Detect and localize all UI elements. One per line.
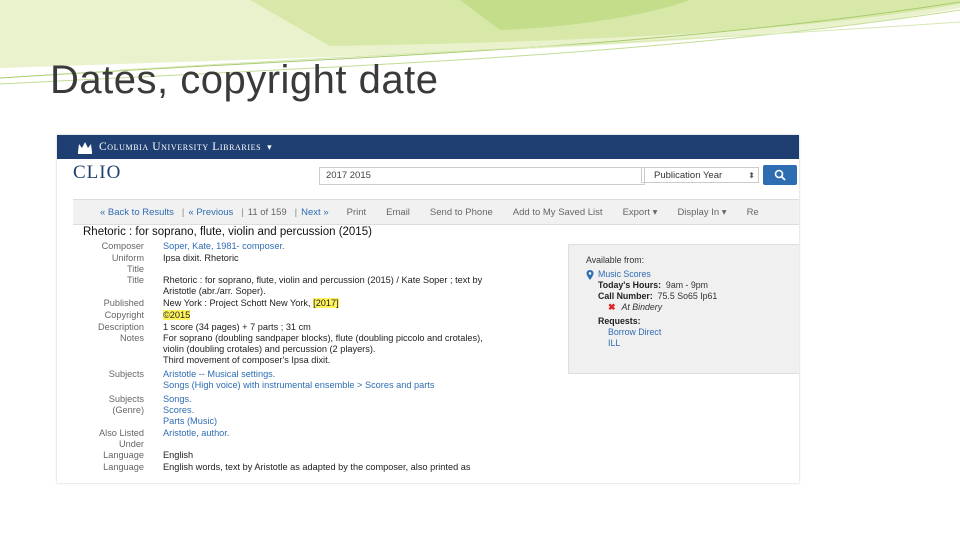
field-row-subjects-genre: Subjects (Genre) Songs. Scores. Parts (Mu… xyxy=(57,394,557,426)
search-input[interactable]: 2017 2015 xyxy=(319,167,645,185)
author-link[interactable]: Aristotle, author. xyxy=(163,428,557,439)
field-label: Language xyxy=(103,462,144,473)
field-value: violin (doubling crotales) and percussio… xyxy=(163,344,376,355)
field-value: Third movement of composer's Ipsa dixit. xyxy=(163,354,331,365)
field-row-published: Published New York : Project Schott New … xyxy=(57,297,557,309)
institution-name[interactable]: Columbia University Libraries xyxy=(99,141,261,153)
field-row-also-listed-under: Also Listed Under Aristotle, author. xyxy=(57,428,557,450)
select-arrows-icon: ⬍ xyxy=(748,171,755,180)
field-label: Description xyxy=(98,321,144,332)
slide-title: Dates, copyright date xyxy=(50,58,439,102)
ill-link[interactable]: ILL xyxy=(586,338,799,349)
subject-link[interactable]: Aristotle -- Musical settings. xyxy=(163,369,557,380)
field-row-language: Language English xyxy=(57,450,557,461)
field-value: New York : Project Schott New York, xyxy=(163,297,314,308)
cul-header: Columbia University Libraries ▾ xyxy=(57,135,799,159)
field-label: Published xyxy=(103,297,144,308)
requests-label: Requests: xyxy=(598,316,641,326)
clio-logo[interactable]: CLIO xyxy=(73,162,121,184)
availability-heading: Available from: xyxy=(586,255,645,265)
separator: | xyxy=(294,206,298,218)
field-value: Rhetoric : for soprano, flute, violin an… xyxy=(163,275,483,286)
search-field-select[interactable]: Publication Year ⬍ xyxy=(641,167,759,183)
send-to-phone-button[interactable]: Send to Phone xyxy=(430,207,493,218)
call-number-row: Call Number: 75.5 So65 Ip61 xyxy=(598,291,718,301)
map-pin-icon xyxy=(586,269,594,280)
result-position: 11 of 159 xyxy=(247,206,287,218)
availability-panel: Available from: Music Scores Today's Hou… xyxy=(568,244,799,374)
genre-link[interactable]: Parts (Music) xyxy=(163,416,557,427)
search-button[interactable] xyxy=(763,165,797,185)
separator: | xyxy=(241,206,244,218)
display-in-menu[interactable]: Display In ▾ xyxy=(677,207,726,218)
next-link[interactable]: Next » xyxy=(301,207,328,218)
record-toolbar: « Back to Results | « Previous | 11 of 1… xyxy=(73,199,799,225)
field-row-title: Title Rhetoric : for soprano, flute, vio… xyxy=(57,275,557,297)
borrow-direct-link[interactable]: Borrow Direct xyxy=(586,327,799,338)
status-text: At Bindery xyxy=(621,302,663,312)
print-button[interactable]: Print xyxy=(347,207,367,218)
status-row: ✖ At Bindery xyxy=(586,302,799,313)
genre-link[interactable]: Songs. xyxy=(163,394,557,405)
field-row-language-note: Language English words, text by Aristotl… xyxy=(57,462,557,473)
record-fields: Composer Soper, Kate, 1981- composer. Un… xyxy=(57,241,557,474)
record-title: Rhetoric : for soprano, flute, violin an… xyxy=(83,226,372,238)
email-button[interactable]: Email xyxy=(386,207,410,218)
composer-link[interactable]: Soper, Kate, 1981- composer. xyxy=(163,241,557,252)
highlighted-copyright-date: ©2015 xyxy=(163,309,191,320)
field-row-uniform-title: Uniform Title Ipsa dixit. Rhetoric xyxy=(57,253,557,275)
field-value: Aristotle (abr./arr. Soper). xyxy=(163,286,266,297)
field-label: Uniform Title xyxy=(111,252,144,274)
field-row-composer: Composer Soper, Kate, 1981- composer. xyxy=(57,241,557,252)
back-to-results-link[interactable]: « Back to Results xyxy=(100,207,174,218)
highlighted-publication-date: [2017] xyxy=(313,297,339,308)
field-label: Composer xyxy=(101,241,144,251)
field-label: Subjects xyxy=(108,368,144,379)
search-row: CLIO 2017 2015 Publication Year ⬍ xyxy=(57,159,799,189)
hours-row: Today's Hours: 9am - 9pm xyxy=(598,280,708,290)
field-value: 1 score (34 pages) + 7 parts ; 31 cm xyxy=(163,321,311,332)
field-label: Title xyxy=(126,275,144,286)
field-row-description: Description 1 score (34 pages) + 7 parts… xyxy=(57,322,557,333)
field-value: For soprano (doubling sandpaper blocks),… xyxy=(163,333,483,344)
unavailable-icon: ✖ xyxy=(608,302,616,312)
subject-link[interactable]: Songs (High voice) with instrumental ens… xyxy=(163,380,557,391)
genre-link[interactable]: Scores. xyxy=(163,405,557,416)
separator: | xyxy=(181,206,185,218)
field-value: English xyxy=(163,450,194,461)
search-field-label: Publication Year xyxy=(654,170,723,181)
field-label: Subjects (Genre) xyxy=(108,394,144,416)
field-row-copyright: Copyright ©2015 xyxy=(57,309,557,321)
field-row-subjects: Subjects Aristotle -- Musical settings. … xyxy=(57,369,557,391)
field-value: English words, text by Aristotle as adap… xyxy=(163,462,471,473)
search-icon xyxy=(774,169,786,181)
location-link[interactable]: Music Scores xyxy=(598,269,651,280)
field-label: Language xyxy=(103,450,144,461)
truncated-toolbar-item[interactable]: Re xyxy=(747,207,759,218)
previous-link[interactable]: « Previous xyxy=(188,207,233,218)
field-label: Copyright xyxy=(104,309,144,320)
export-menu[interactable]: Export ▾ xyxy=(623,207,658,218)
crown-icon xyxy=(78,141,92,154)
location-row: Music Scores xyxy=(586,269,799,280)
chevron-down-icon[interactable]: ▾ xyxy=(267,142,272,153)
field-value: Ipsa dixit. Rhetoric xyxy=(163,252,239,263)
field-row-notes: Notes For soprano (doubling sandpaper bl… xyxy=(57,333,557,365)
clio-screenshot: Columbia University Libraries ▾ CLIO 201… xyxy=(57,135,799,483)
field-label: Also Listed Under xyxy=(99,427,144,449)
add-to-saved-list-button[interactable]: Add to My Saved List xyxy=(513,207,603,218)
field-label: Notes xyxy=(119,333,144,344)
